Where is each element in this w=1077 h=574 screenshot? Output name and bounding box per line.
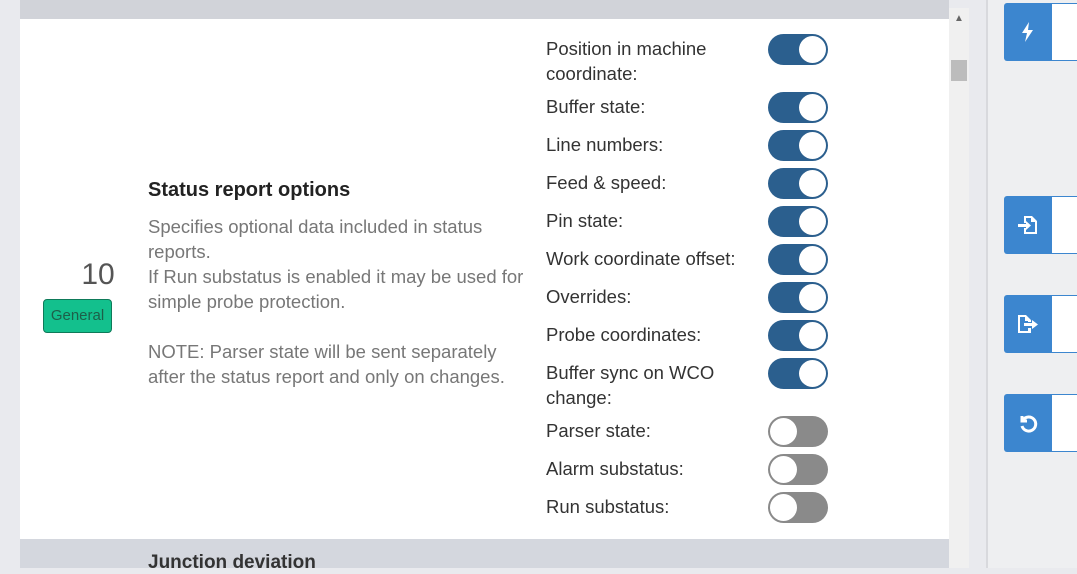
setting-card: 10 General Status report options Specifi… (20, 19, 949, 539)
toggle-knob (770, 456, 797, 483)
description-line: If Run substatus is enabled it may be us… (148, 266, 524, 312)
toggle-knob (799, 360, 826, 387)
option-label: Buffer sync on WCO change: (546, 362, 715, 408)
option-label: Parser state: (546, 420, 651, 441)
export-file-icon (1018, 315, 1038, 333)
scroll-up-arrow-icon[interactable]: ▲ (949, 12, 969, 26)
category-badge: General (43, 299, 112, 333)
toggle-knob (799, 132, 826, 159)
import-file-icon (1018, 216, 1037, 234)
option-toggle[interactable] (768, 492, 828, 523)
option-label: Feed & speed: (546, 172, 667, 193)
option-toggle[interactable] (768, 320, 828, 351)
scrollbar-thumb[interactable] (951, 60, 967, 81)
undo-icon (1020, 415, 1038, 433)
toggle-knob (799, 94, 826, 121)
option-label: Position in machine coordinate: (546, 38, 707, 84)
scrollbar[interactable]: ▲ (949, 8, 969, 568)
export-button[interactable] (1004, 295, 1077, 353)
option-toggle[interactable] (768, 206, 828, 237)
option-label: Alarm substatus: (546, 458, 684, 479)
settings-panel: 10 General Status report options Specifi… (20, 0, 949, 573)
option-label: Buffer state: (546, 96, 646, 117)
option-label: Probe coordinates: (546, 324, 702, 345)
toggle-knob (770, 494, 797, 521)
option-toggle[interactable] (768, 416, 828, 447)
next-setting-title: Junction deviation (148, 552, 316, 573)
option-toggle[interactable] (768, 168, 828, 199)
toggle-knob (799, 322, 826, 349)
option-toggle[interactable] (768, 282, 828, 313)
import-button[interactable] (1004, 196, 1077, 254)
option-toggle[interactable] (768, 130, 828, 161)
description-line: Specifies optional data included in stat… (148, 216, 483, 262)
option-toggle[interactable] (768, 244, 828, 275)
description-line: NOTE: Parser state will be sent separate… (148, 341, 505, 387)
option-toggle[interactable] (768, 358, 828, 389)
setting-description: Specifies optional data included in stat… (148, 214, 533, 389)
undo-button[interactable] (1004, 394, 1077, 452)
lightning-button[interactable] (1004, 3, 1077, 61)
toggle-knob (799, 208, 826, 235)
option-toggle[interactable] (768, 34, 828, 65)
setting-title: Status report options (148, 179, 351, 201)
toggle-knob (770, 418, 797, 445)
lightning-icon (1022, 22, 1033, 42)
option-label: Overrides: (546, 286, 632, 307)
option-label: Work coordinate offset: (546, 248, 736, 269)
toggle-knob (799, 170, 826, 197)
option-toggle[interactable] (768, 92, 828, 123)
option-label: Run substatus: (546, 496, 670, 517)
option-label: Line numbers: (546, 134, 664, 155)
previous-setting-edge (20, 0, 949, 19)
setting-number: 10 (81, 258, 115, 291)
option-label: Pin state: (546, 210, 624, 231)
toggle-knob (799, 246, 826, 273)
option-toggle[interactable] (768, 454, 828, 485)
toggle-knob (799, 284, 826, 311)
action-sidebar (988, 0, 1077, 568)
toggle-knob (799, 36, 826, 63)
